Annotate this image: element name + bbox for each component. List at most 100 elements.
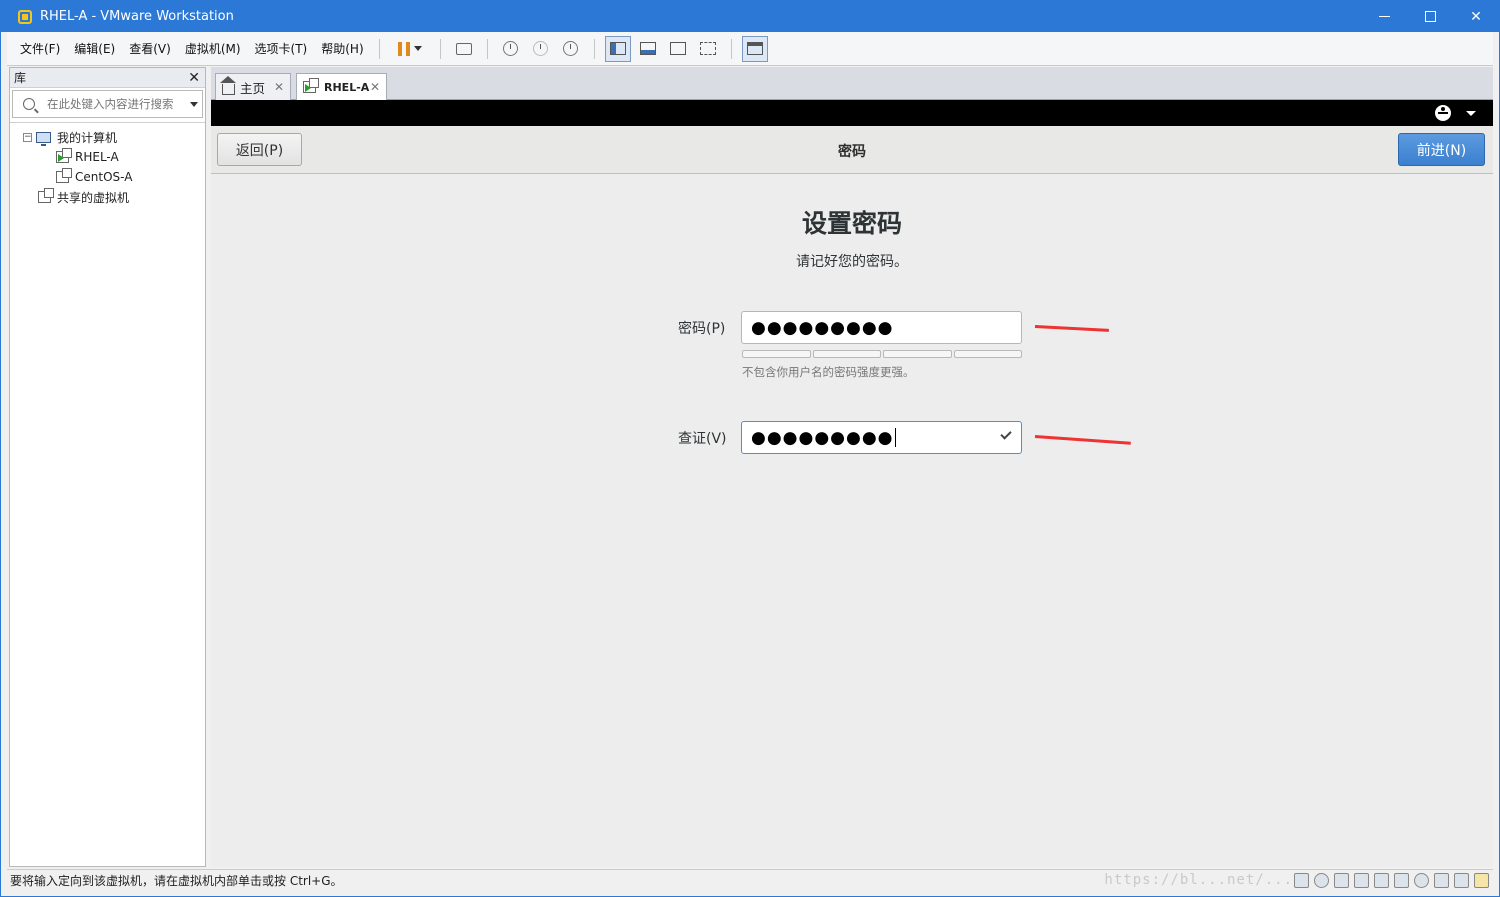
minimize-icon (1378, 16, 1390, 17)
menu-edit[interactable]: 编辑(E) (67, 38, 122, 60)
sound-icon[interactable] (1374, 873, 1389, 888)
title-bar: RHEL-A - VMware Workstation ✕ (1, 1, 1499, 32)
hard-disk-icon[interactable] (1294, 873, 1309, 888)
console-view-button[interactable] (741, 35, 768, 62)
vmware-window: RHEL-A - VMware Workstation ✕ 文件(F) 编辑(E… (0, 0, 1500, 897)
usb-icon[interactable] (1394, 873, 1409, 888)
library-close-button[interactable]: ✕ (188, 70, 200, 86)
tree-item-my-computer[interactable]: − 我的计算机 (10, 127, 205, 147)
toolbar-separator (439, 38, 441, 59)
snapshot-manager-button[interactable] (558, 36, 584, 62)
show-library-button[interactable] (604, 35, 631, 62)
guest-top-bar (211, 100, 1493, 126)
tree-item-label: 我的计算机 (57, 130, 118, 145)
menu-vm[interactable]: 虚拟机(M) (178, 38, 248, 60)
home-icon (220, 75, 236, 95)
tree-item-label: RHEL-A (75, 150, 119, 164)
vm-icon (56, 168, 72, 183)
close-window-button[interactable]: ✕ (1453, 1, 1499, 32)
menu-help[interactable]: 帮助(H) (314, 38, 370, 60)
usb-device-icon[interactable] (1434, 873, 1449, 888)
thumbnail-bar-button[interactable] (635, 36, 661, 62)
chevron-down-icon[interactable] (1466, 111, 1476, 116)
tree-item-label: 共享的虚拟机 (57, 190, 130, 205)
installer-header-bar: 返回(P) 密码 前进(N) (211, 126, 1493, 174)
annotation-arrow (1023, 319, 1109, 335)
strength-segment (812, 350, 881, 358)
password-hint: 不包含你用户名的密码强度更强。 (742, 365, 915, 379)
tree-item-rhel-a[interactable]: RHEL-A (10, 147, 205, 167)
tab-close-button[interactable]: ✕ (370, 80, 380, 94)
confirm-label: 查证(V) (678, 431, 727, 447)
revert-snapshot-icon (533, 41, 549, 56)
password-field[interactable]: ●●●●●●●●● (741, 311, 1022, 344)
library-title: 库 (14, 71, 27, 85)
watermark: https://bl...net/... (1104, 872, 1293, 888)
tab-strip: 主页 ✕ RHEL-A ✕ (211, 67, 1493, 100)
unity-icon (699, 42, 716, 55)
menu-file[interactable]: 文件(F) (13, 38, 67, 60)
toolbar-separator (593, 38, 595, 59)
strength-segment (953, 350, 1022, 358)
next-button[interactable]: 前进(N) (1398, 133, 1485, 166)
message-log-icon[interactable] (1474, 873, 1489, 888)
keyboard-icon (455, 42, 472, 55)
toolbar-separator (730, 38, 732, 59)
password-strength-meter (742, 350, 1022, 358)
shared-vm-icon (38, 188, 54, 203)
send-ctrl-alt-del-button[interactable] (451, 36, 477, 62)
thumbnail-icon (639, 42, 656, 55)
vmware-app-icon (18, 9, 32, 24)
status-bar: 要将输入定向到该虚拟机，请在虚拟机内部单击或按 Ctrl+G。 https://… (7, 869, 1493, 891)
maximize-button[interactable] (1407, 1, 1453, 32)
tab-close-button[interactable]: ✕ (274, 80, 284, 94)
collapse-icon[interactable]: − (23, 132, 32, 142)
close-icon: ✕ (1470, 8, 1482, 25)
running-vm-icon (56, 148, 72, 163)
tree-item-shared-vms[interactable]: 共享的虚拟机 (10, 187, 205, 207)
accessibility-icon[interactable] (1435, 105, 1451, 121)
full-screen-button[interactable] (665, 36, 691, 62)
status-message: 要将输入定向到该虚拟机，请在虚拟机内部单击或按 Ctrl+G。 (10, 874, 343, 888)
minimize-button[interactable] (1361, 1, 1407, 32)
menu-view[interactable]: 查看(V) (122, 38, 178, 60)
search-dropdown-icon[interactable] (190, 102, 198, 107)
computer-icon (36, 131, 51, 146)
printer-icon[interactable] (1354, 873, 1369, 888)
text-caret (894, 428, 896, 447)
suspend-button[interactable] (390, 36, 430, 62)
window-title: RHEL-A - VMware Workstation (40, 9, 234, 24)
confirm-value: ●●●●●●●●● (751, 427, 894, 448)
snapshot-manager-icon (563, 41, 579, 56)
pause-icon (397, 41, 410, 56)
header-title: 密码 (838, 144, 866, 160)
network-icon[interactable] (1334, 873, 1349, 888)
confirm-password-field[interactable]: ●●●●●●●●● (741, 421, 1022, 454)
search-icon (23, 98, 35, 110)
library-panel: 库 ✕ − 我的计算机 RHEL-A CentOS-A (9, 67, 206, 867)
maximize-icon (1424, 11, 1436, 22)
library-tree: − 我的计算机 RHEL-A CentOS-A 共享的虚拟机 (10, 122, 205, 207)
snapshot-button[interactable] (498, 36, 524, 62)
tree-item-centos-a[interactable]: CentOS-A (10, 167, 205, 187)
menu-toolbar: 文件(F) 编辑(E) 查看(V) 虚拟机(M) 选项卡(T) 帮助(H) (7, 32, 1493, 66)
toolbar-separator (378, 38, 380, 59)
tab-rhel-a[interactable]: RHEL-A ✕ (296, 73, 387, 100)
password-label: 密码(P) (678, 321, 726, 337)
check-icon (1000, 428, 1012, 440)
menu-tabs[interactable]: 选项卡(T) (248, 38, 315, 60)
library-search-input[interactable] (47, 97, 187, 111)
snapshot-icon (503, 41, 519, 56)
cd-drive-icon[interactable] (1314, 873, 1329, 888)
unity-button[interactable] (695, 36, 721, 62)
strength-segment (742, 350, 811, 358)
tab-home[interactable]: 主页 ✕ (215, 73, 291, 100)
revert-snapshot-button[interactable] (528, 36, 554, 62)
running-vm-icon (303, 78, 319, 93)
vm-console[interactable]: 返回(P) 密码 前进(N) 设置密码 请记好您的密码。 密码(P) ●●●●●… (211, 100, 1493, 867)
tab-label: RHEL-A (324, 80, 370, 94)
tree-item-label: CentOS-A (75, 170, 133, 184)
device-status-icons (1294, 873, 1489, 888)
camera-icon[interactable] (1414, 873, 1429, 888)
display-icon[interactable] (1454, 873, 1469, 888)
